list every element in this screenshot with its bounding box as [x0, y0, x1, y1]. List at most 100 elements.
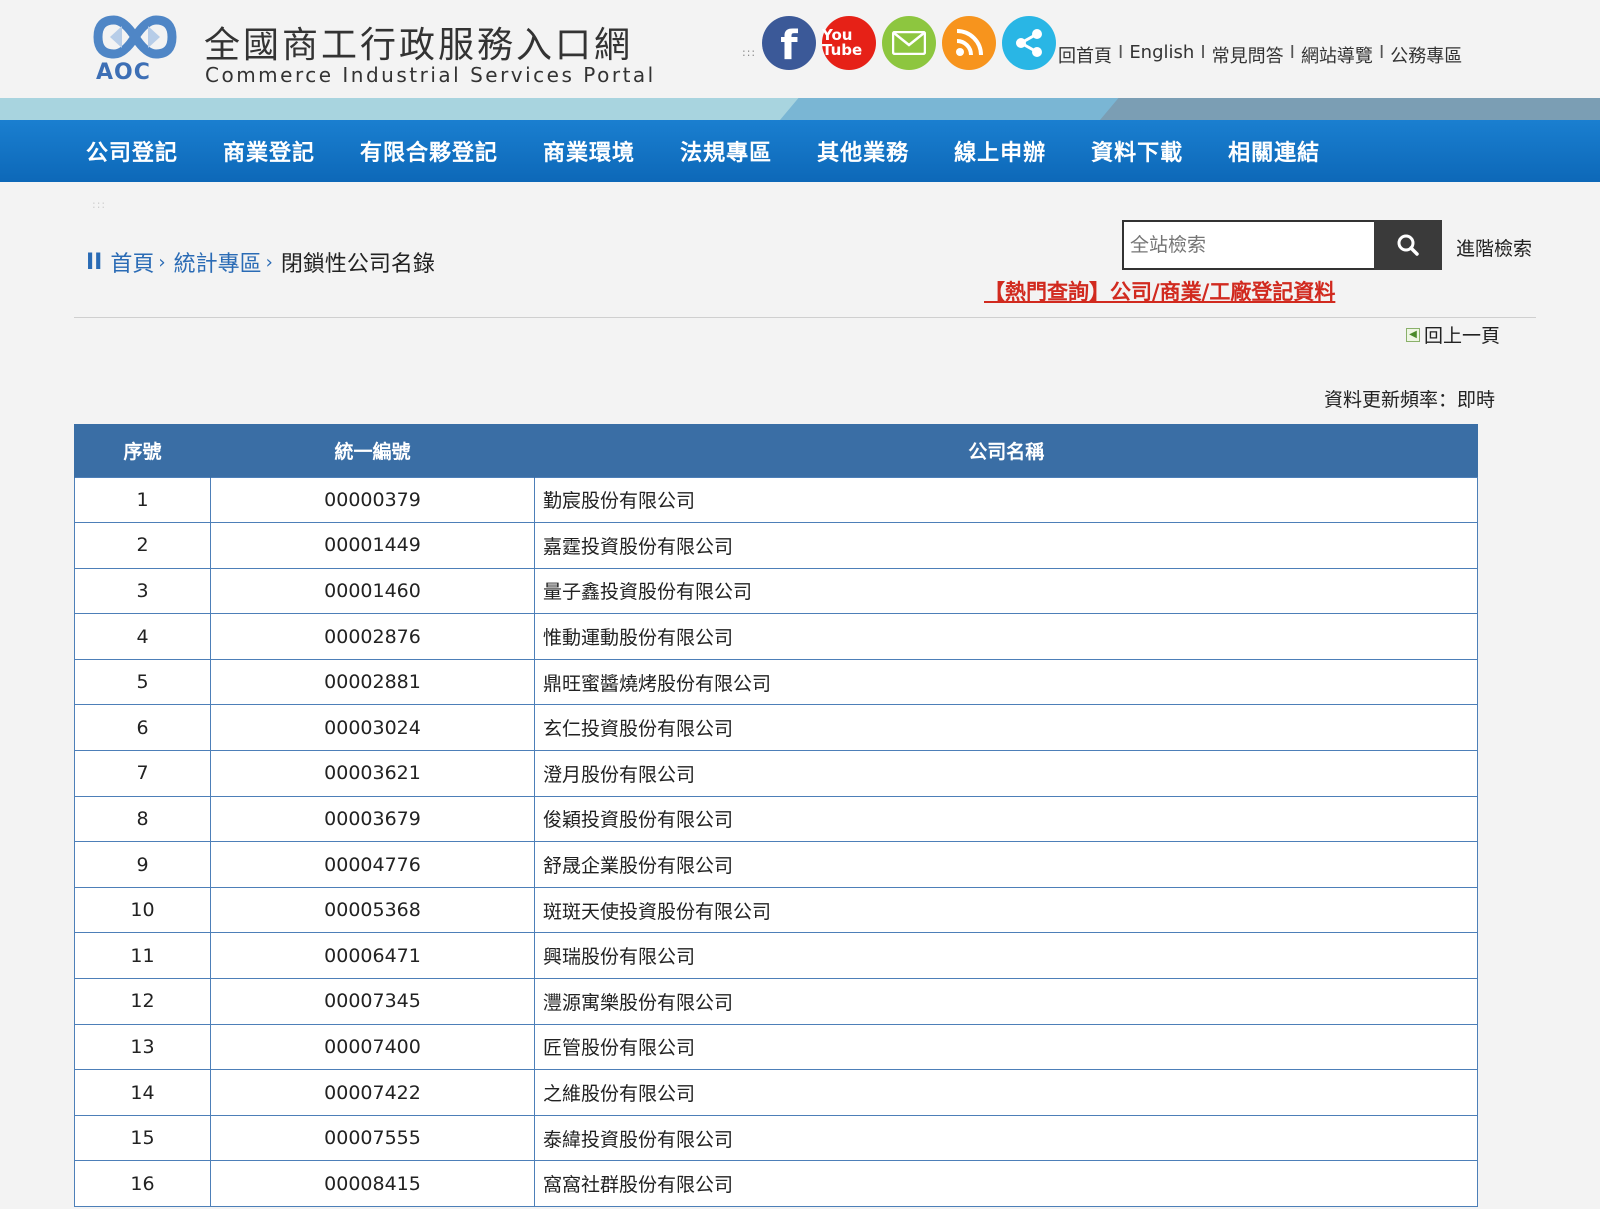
cell-unified-id: 00007422 [210, 1069, 535, 1116]
site-header: AOC 全國商工行政服務入口網 Commerce Industrial Serv… [0, 0, 1600, 98]
cell-company-name: 鼎旺蜜醬燒烤股份有限公司 [534, 658, 1478, 706]
aoc-logo-text: AOC [96, 60, 151, 85]
cell-seq: 16 [74, 1160, 211, 1207]
top-link-sitemap[interactable]: 網站導覽 [1301, 42, 1373, 68]
advanced-search-link[interactable]: 進階檢索 [1456, 234, 1532, 261]
cell-company-name: 匠管股份有限公司 [534, 1023, 1478, 1071]
access-key-main[interactable]: ::: [92, 198, 106, 211]
cell-unified-id: 00005368 [210, 886, 535, 934]
cell-unified-id: 00001449 [210, 522, 535, 569]
facebook-icon[interactable]: f [762, 16, 816, 70]
breadcrumb-home[interactable]: 首頁 [110, 246, 154, 278]
cell-unified-id: 00002881 [210, 658, 535, 706]
table-row: 15 00007555 泰緯投資股份有限公司 [74, 1114, 1478, 1162]
access-key-top[interactable]: ::: [742, 46, 756, 59]
nav-item-lp-registration[interactable]: 有限合夥登記 [360, 135, 498, 167]
nav-item-other-services[interactable]: 其他業務 [817, 135, 909, 167]
top-link-separator: I [1118, 42, 1124, 63]
table-row: 4 00002876 惟動運動股份有限公司 [74, 613, 1478, 660]
cell-seq: 3 [74, 567, 211, 615]
back-arrow-icon: ◀ [1406, 327, 1420, 342]
update-frequency: 資料更新頻率：即時 [1324, 389, 1496, 411]
table-row: 10 00005368 斑斑天使投資股份有限公司 [74, 886, 1478, 934]
top-link-home[interactable]: 回首頁 [1058, 42, 1112, 68]
table-row: 2 00001449 嘉霆投資股份有限公司 [74, 522, 1478, 569]
nav-item-business-registration[interactable]: 商業登記 [223, 135, 315, 167]
table-row: 16 00008415 窩窩社群股份有限公司 [74, 1160, 1478, 1207]
table-row: 3 00001460 量子鑫投資股份有限公司 [74, 567, 1478, 615]
cell-unified-id: 00003621 [210, 750, 535, 797]
cell-unified-id: 00004776 [210, 841, 535, 888]
cell-seq: 9 [74, 841, 211, 888]
site-search-input[interactable] [1122, 220, 1376, 270]
cell-seq: 11 [74, 932, 211, 980]
cell-company-name: 嘉霆投資股份有限公司 [534, 522, 1478, 569]
cell-company-name: 之維股份有限公司 [534, 1069, 1478, 1116]
cell-seq: 4 [74, 613, 211, 660]
table-body: 1 00000379 勤宸股份有限公司 2 00001449 嘉霆投資股份有限公司 3 000… [74, 476, 1478, 1207]
band-segment [1100, 98, 1600, 120]
col-header-seq: 序號 [74, 424, 211, 477]
nav-item-online-application[interactable]: 線上申辦 [954, 135, 1046, 167]
top-link-separator: I [1378, 42, 1385, 63]
col-header-name: 公司名稱 [534, 424, 1478, 477]
cell-unified-id: 00006471 [210, 932, 535, 980]
nav-item-related-links[interactable]: 相關連結 [1228, 135, 1320, 167]
cell-unified-id: 00008415 [210, 1160, 535, 1207]
back-link[interactable]: ◀ 回上一頁 [1406, 321, 1500, 348]
cell-seq: 1 [74, 476, 211, 524]
cell-company-name: 俊穎投資股份有限公司 [534, 795, 1478, 843]
breadcrumb: II 首頁 › 統計專區 › 閉鎖性公司名錄 [86, 246, 435, 278]
table-row: 5 00002881 鼎旺蜜醬燒烤股份有限公司 [74, 658, 1478, 706]
cell-unified-id: 00007400 [210, 1023, 535, 1071]
search-button[interactable] [1374, 220, 1442, 270]
social-icons: f You Tube [762, 16, 1056, 70]
cell-seq: 8 [74, 795, 211, 843]
cell-company-name: 灃源寓樂股份有限公司 [534, 978, 1478, 1025]
cell-unified-id: 00003679 [210, 795, 535, 843]
cell-unified-id: 00003024 [210, 704, 535, 752]
cell-company-name: 窩窩社群股份有限公司 [534, 1160, 1478, 1207]
table-row: 14 00007422 之維股份有限公司 [74, 1069, 1478, 1116]
cell-company-name: 泰緯投資股份有限公司 [534, 1114, 1478, 1162]
site-title[interactable]: 全國商工行政服務入口網 [204, 16, 633, 68]
cell-seq: 15 [74, 1114, 211, 1162]
cell-seq: 5 [74, 658, 211, 706]
email-icon[interactable] [882, 16, 936, 70]
decorative-band [0, 98, 1600, 120]
rss-icon[interactable] [942, 16, 996, 70]
col-header-id: 統一編號 [210, 424, 535, 477]
nav-item-business-environment[interactable]: 商業環境 [543, 135, 635, 167]
table-row: 7 00003621 澄月股份有限公司 [74, 750, 1478, 797]
cell-company-name: 澄月股份有限公司 [534, 750, 1478, 797]
share-icon[interactable] [1002, 16, 1056, 70]
cell-unified-id: 00000379 [210, 476, 535, 524]
table-row: 1 00000379 勤宸股份有限公司 [74, 476, 1478, 524]
nav-item-downloads[interactable]: 資料下載 [1091, 135, 1183, 167]
hot-query-link[interactable]: 【熱門查詢】公司/商業/工廠登記資料 [984, 276, 1335, 306]
nav-item-company-registration[interactable]: 公司登記 [86, 135, 178, 167]
top-link-english[interactable]: English [1129, 42, 1194, 68]
top-link-separator: I [1289, 42, 1295, 63]
breadcrumb-statistics[interactable]: 統計專區 [174, 246, 262, 278]
main-nav: 公司登記 商業登記 有限合夥登記 商業環境 法規專區 其他業務 線上申辦 資料下… [0, 120, 1600, 182]
cell-company-name: 勤宸股份有限公司 [534, 476, 1478, 524]
top-link-faq[interactable]: 常見問答 [1212, 42, 1284, 68]
cell-company-name: 斑斑天使投資股份有限公司 [534, 886, 1478, 934]
youtube-icon[interactable]: You Tube [822, 16, 876, 70]
youtube-you-text: You Tube [822, 26, 863, 59]
table-row: 6 00003024 玄仁投資股份有限公司 [74, 704, 1478, 752]
top-link-official[interactable]: 公務專區 [1390, 42, 1462, 68]
cell-unified-id: 00007345 [210, 978, 535, 1025]
top-links: 回首頁 I English I 常見問答 I 網站導覽 I 公務專區 [1058, 42, 1462, 68]
chevron-right-icon: › [265, 251, 273, 273]
cell-seq: 7 [74, 750, 211, 797]
nav-item-regulations[interactable]: 法規專區 [680, 135, 772, 167]
cell-seq: 10 [74, 886, 211, 934]
divider [74, 317, 1536, 318]
company-table: 序號 統一編號 公司名稱 1 00000379 勤宸股份有限公司 2 00001449 嘉… [74, 424, 1478, 1207]
table-row: 9 00004776 舒晟企業股份有限公司 [74, 841, 1478, 888]
cell-company-name: 舒晟企業股份有限公司 [534, 841, 1478, 888]
cell-seq: 13 [74, 1023, 211, 1071]
table-row: 8 00003679 俊穎投資股份有限公司 [74, 795, 1478, 843]
